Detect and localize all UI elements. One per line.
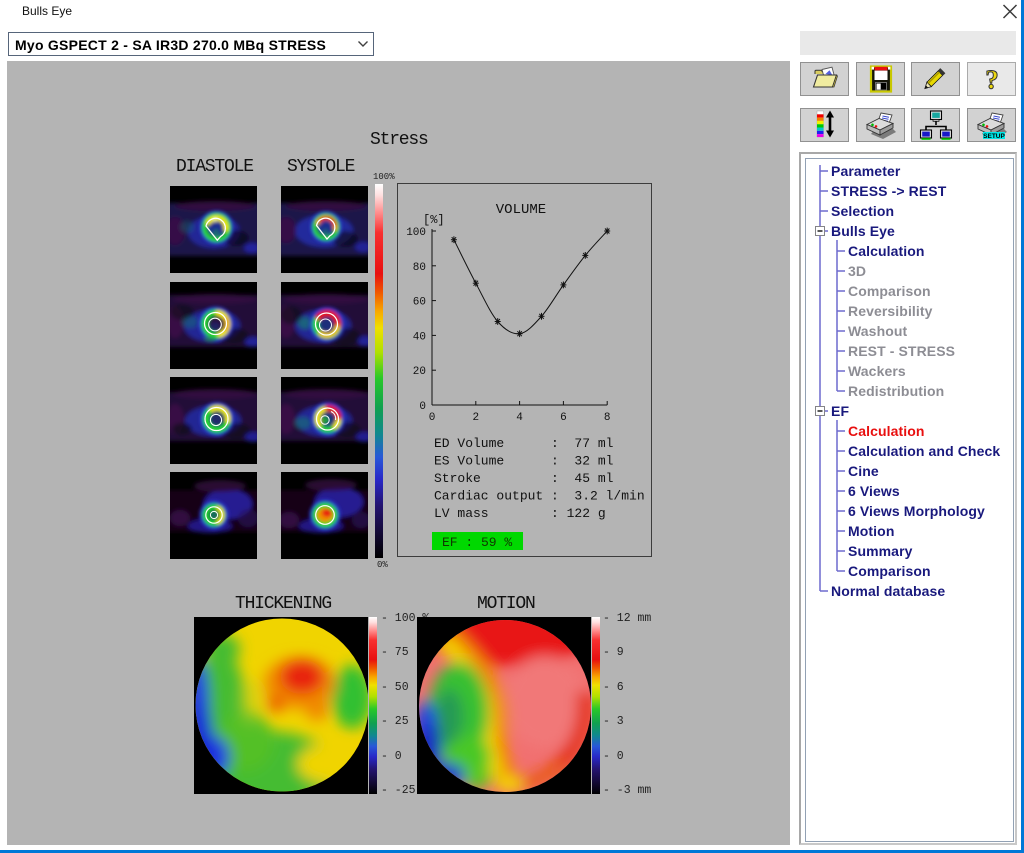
svg-text:20: 20 (413, 366, 426, 378)
svg-text:0: 0 (429, 412, 436, 424)
svg-text:100: 100 (406, 227, 426, 239)
svg-text:2: 2 (472, 412, 479, 424)
svg-text:LV mass : 122 g: LV mass : 122 g (434, 506, 606, 521)
svg-text:80: 80 (413, 262, 426, 274)
svg-text:ES Volume : 32 ml: ES Volume : 32 ml (434, 454, 614, 469)
svg-text:6: 6 (560, 412, 567, 424)
svg-text:40: 40 (413, 331, 426, 343)
svg-text:60: 60 (413, 297, 426, 309)
svg-text:4: 4 (516, 412, 523, 424)
svg-text:0: 0 (419, 401, 426, 413)
svg-text:Stroke : 45 ml: Stroke : 45 ml (434, 471, 614, 486)
svg-text:Cardiac output : 3.2 l/min: Cardiac output : 3.2 l/min (434, 489, 645, 504)
svg-text:[%]: [%] (423, 213, 445, 227)
svg-text:?: ? (985, 65, 999, 93)
svg-text:VOLUME: VOLUME (496, 202, 546, 218)
svg-text:ED Volume : 77 ml: ED Volume : 77 ml (434, 436, 614, 451)
svg-text:8: 8 (604, 412, 611, 424)
svg-text:SETUP: SETUP (983, 133, 1005, 140)
svg-text:EF : 59 %: EF : 59 % (442, 535, 512, 550)
